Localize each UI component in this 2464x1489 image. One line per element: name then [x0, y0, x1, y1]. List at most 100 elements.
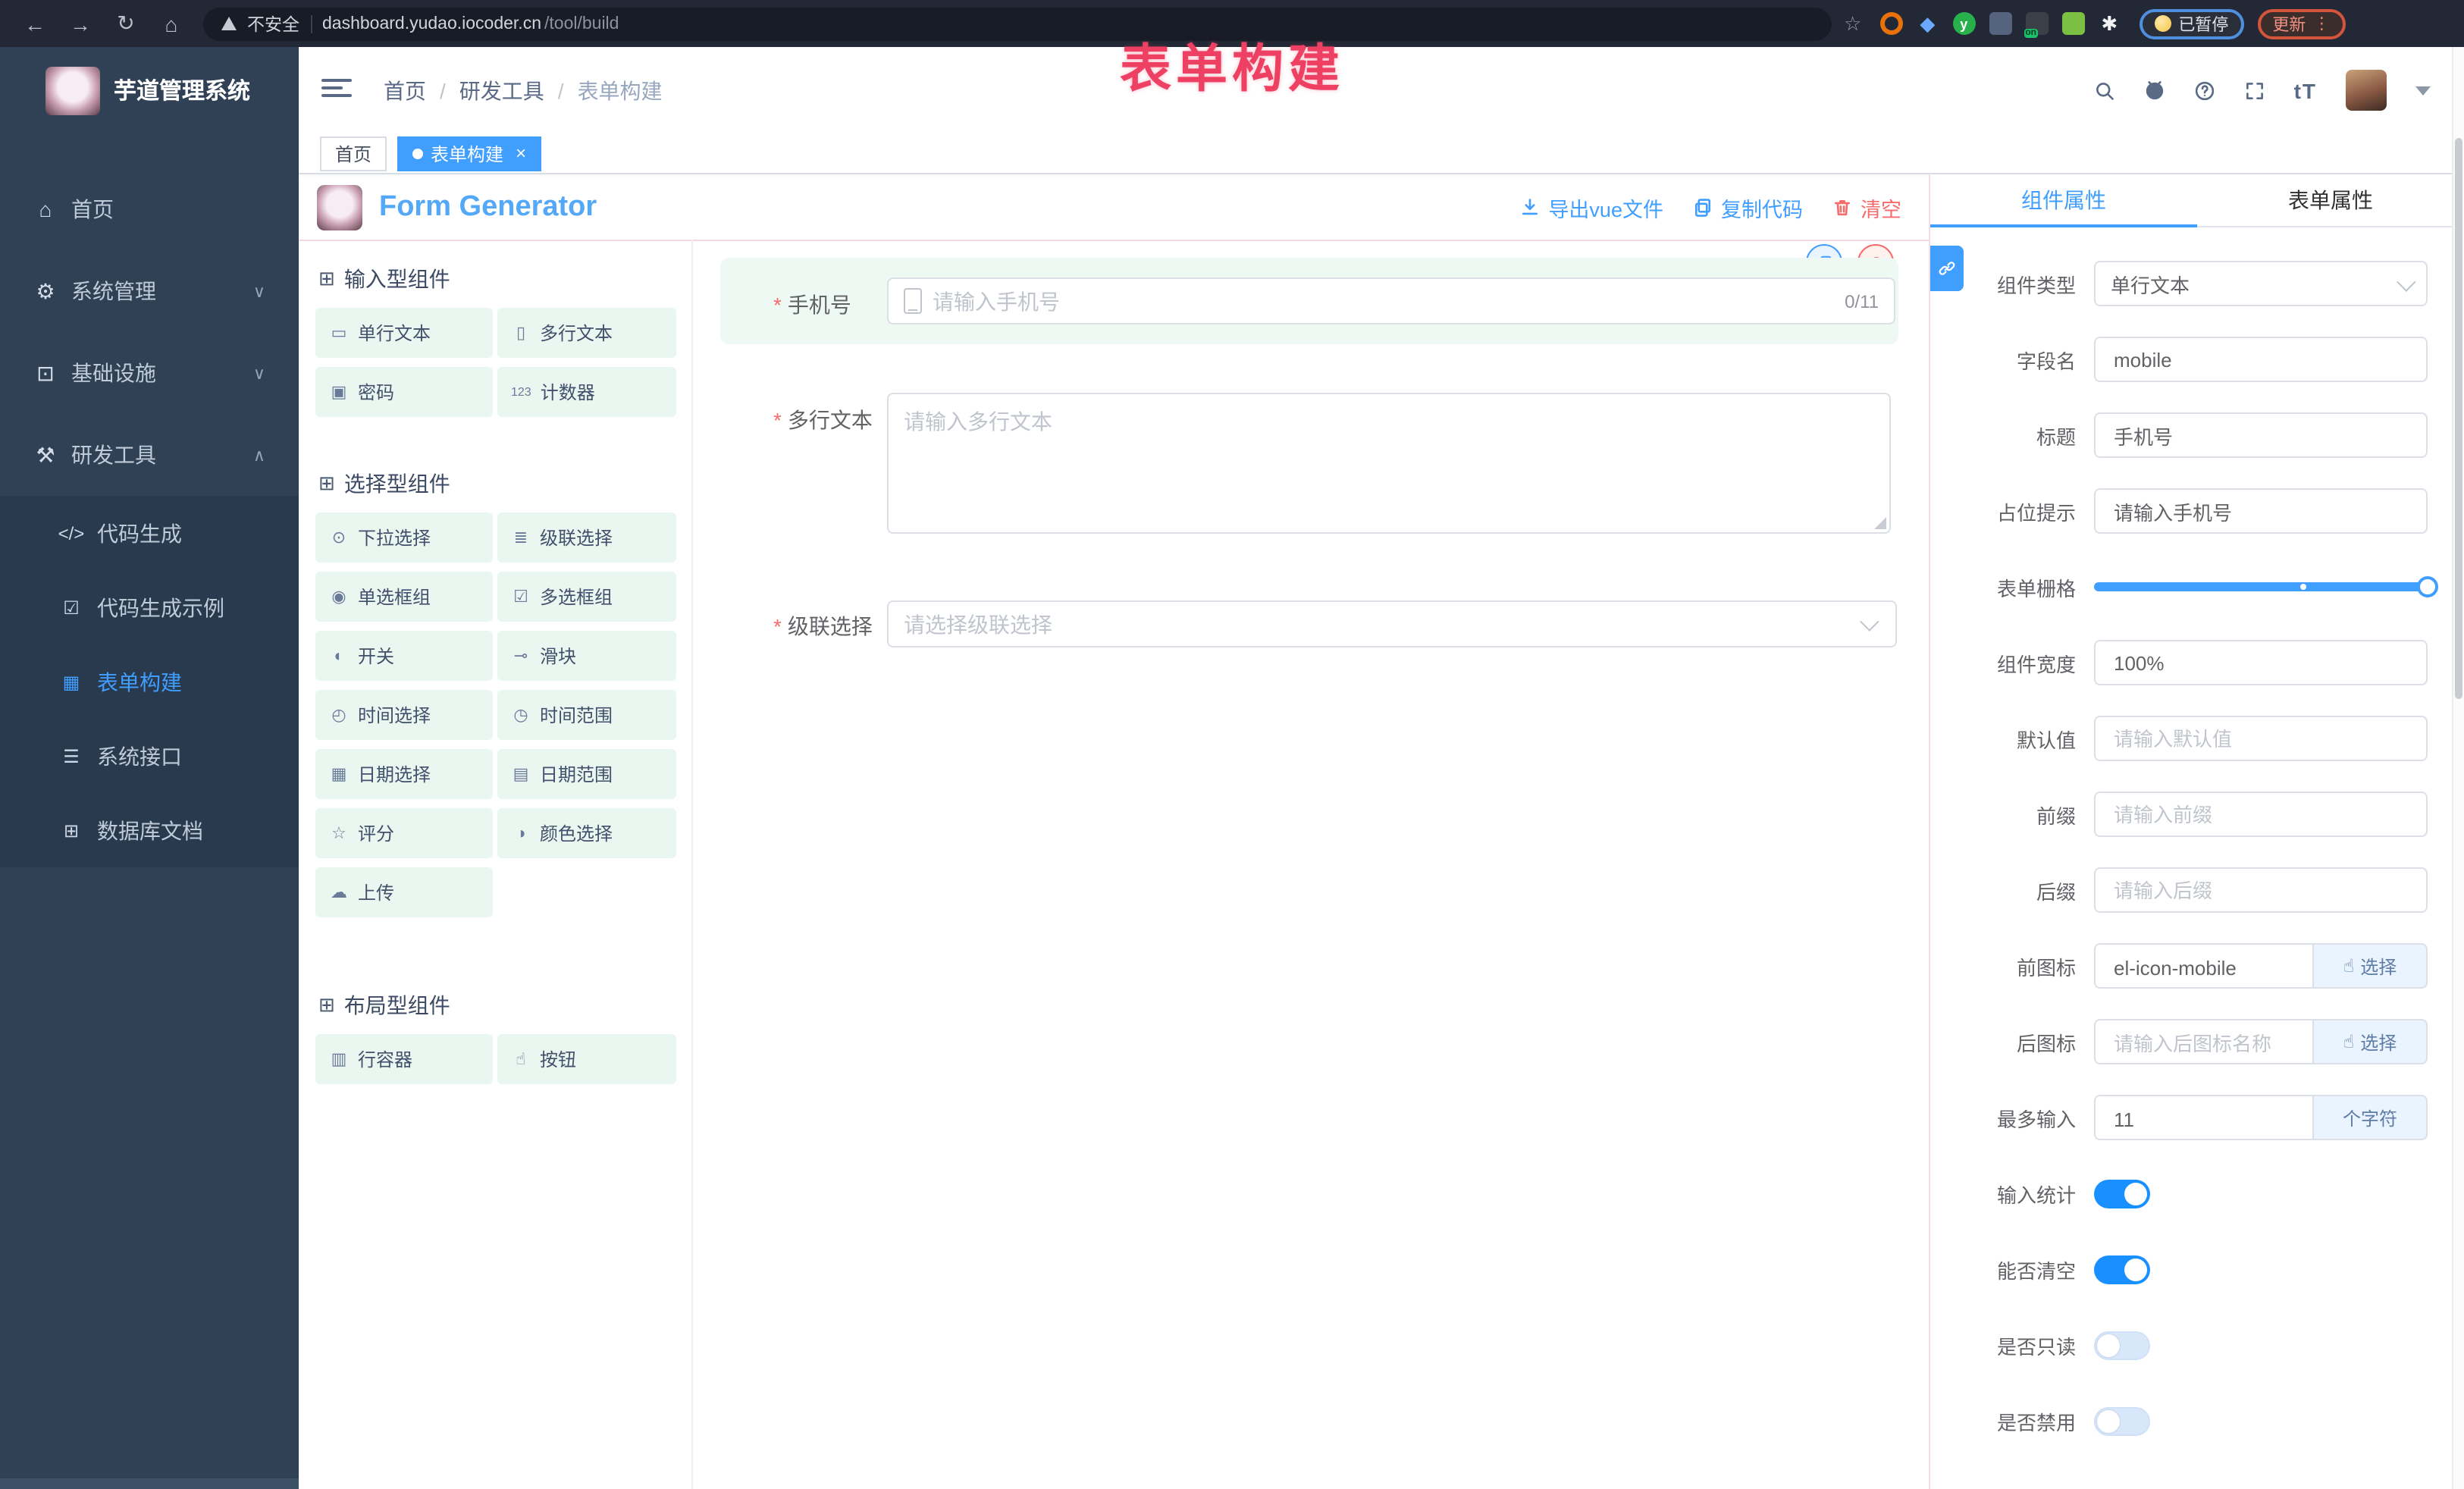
sidebar-item-devtools[interactable]: ⚒ 研发工具 ∧	[0, 414, 299, 496]
canvas-field-textarea[interactable]: *多行文本 请输入多行文本	[720, 393, 1898, 544]
palette-item-time-range[interactable]: ◷时间范围	[497, 690, 676, 740]
sidebar-item-code-gen[interactable]: </> 代码生成	[0, 496, 299, 570]
export-vue-button[interactable]: 导出vue文件	[1519, 192, 1663, 222]
sidebar-item-system[interactable]: ⚙ 系统管理 ∨	[0, 250, 299, 332]
mobile-input[interactable]: 请输入手机号 0/11	[887, 277, 1895, 324]
tab-component-props[interactable]: 组件属性	[1930, 174, 2197, 226]
palette-item-upload[interactable]: ☁上传	[315, 867, 493, 917]
suffix-icon-input[interactable]	[2111, 1020, 2297, 1064]
tab-form-build[interactable]: 表单构建 ×	[397, 136, 541, 171]
palette-item-password[interactable]: ▣密码	[315, 367, 493, 417]
palette-item-rate[interactable]: ☆评分	[315, 808, 493, 858]
extension-blue-drop-icon[interactable]: ◆	[1916, 12, 1939, 35]
extension-green-icon[interactable]: y	[1952, 12, 1975, 35]
placeholder-input[interactable]	[2111, 488, 2411, 534]
forward-icon[interactable]: →	[58, 11, 103, 36]
tab-home[interactable]: 首页	[320, 136, 387, 171]
fullscreen-icon[interactable]	[2244, 80, 2265, 101]
palette-item-checkbox-group[interactable]: ☑多选框组	[497, 572, 676, 622]
palette-item-counter[interactable]: 123计数器	[497, 367, 676, 417]
tab-form-props[interactable]: 表单属性	[2197, 174, 2464, 226]
sidebar-item-home[interactable]: ⌂ 首页	[0, 168, 299, 250]
reload-icon[interactable]: ↻	[103, 11, 149, 36]
palette-item-row-container[interactable]: ▥行容器	[315, 1034, 493, 1084]
back-icon[interactable]: ←	[12, 11, 58, 36]
copy-code-button[interactable]: 复制代码	[1692, 192, 1803, 222]
field-name-input[interactable]	[2111, 337, 2411, 382]
prefix-input[interactable]	[2111, 792, 2411, 837]
prefix-icon-input[interactable]	[2111, 945, 2297, 989]
palette-item-time-picker[interactable]: ◴时间选择	[315, 690, 493, 740]
font-size-icon[interactable]: tT	[2294, 78, 2317, 102]
palette-item-date-picker[interactable]: ▦日期选择	[315, 749, 493, 799]
sidebar-item-infra[interactable]: ⊡ 基础设施 ∨	[0, 332, 299, 414]
url-path: /tool/build	[544, 14, 619, 33]
palette-item-date-range[interactable]: ▤日期范围	[497, 749, 676, 799]
suffix-input[interactable]	[2111, 867, 2411, 913]
security-warning-label[interactable]: 不安全	[247, 11, 299, 36]
disabled-toggle[interactable]	[2094, 1406, 2150, 1435]
palette-item-label: 日期范围	[540, 761, 613, 787]
search-icon[interactable]	[2094, 80, 2115, 101]
close-icon[interactable]: ×	[516, 143, 526, 164]
readonly-toggle[interactable]	[2094, 1331, 2150, 1359]
panel-row-prefix: 前缀	[1930, 792, 2428, 837]
hamburger-icon[interactable]	[321, 79, 352, 102]
gear-icon: ⚙	[30, 278, 61, 304]
canvas-field-cascader[interactable]: *级联选择 请选择级联选择	[720, 600, 1898, 647]
slider-handle[interactable]	[2417, 576, 2438, 597]
default-value-input[interactable]	[2111, 716, 2411, 761]
logo-title: 芋道管理系统	[114, 74, 250, 106]
sidebar-item-form-build[interactable]: ▦ 表单构建	[0, 644, 299, 719]
row-label: 组件宽度	[1930, 648, 2076, 677]
resize-grip[interactable]	[1874, 517, 1886, 529]
menu-dots-icon[interactable]: ⋮	[2313, 14, 2330, 33]
max-length-input[interactable]	[2111, 1096, 2297, 1140]
profile-paused-badge[interactable]: 已暂停	[2139, 8, 2243, 39]
extension-columns-icon[interactable]	[1989, 12, 2011, 35]
sidebar-item-api[interactable]: ☰ 系统接口	[0, 719, 299, 793]
palette-item-radio-group[interactable]: ◉单选框组	[315, 572, 493, 622]
extension-puzzle-icon[interactable]: ✱	[2098, 12, 2121, 35]
textarea-input[interactable]: 请输入多行文本	[887, 393, 1891, 534]
browser-update-button[interactable]: 更新 ⋮	[2257, 8, 2345, 39]
scrollbar-thumb[interactable]	[2455, 138, 2462, 699]
clearable-toggle[interactable]	[2094, 1255, 2150, 1284]
choose-suffix-icon-button[interactable]: ☝ 选择	[2312, 1020, 2426, 1063]
extension-dark-icon[interactable]: on	[2025, 12, 2048, 35]
home-icon[interactable]: ⌂	[149, 11, 194, 36]
input-stats-toggle[interactable]	[2094, 1179, 2150, 1208]
page-scrollbar[interactable]	[2452, 47, 2464, 1489]
palette-item-switch[interactable]: ◐开关	[315, 631, 493, 681]
extension-orange-icon[interactable]	[1879, 12, 1902, 35]
palette-item-cascader[interactable]: ≣级联选择	[497, 513, 676, 563]
caret-down-icon[interactable]	[2415, 86, 2431, 95]
choose-prefix-icon-button[interactable]: ☝ 选择	[2312, 945, 2426, 987]
palette-item-textarea[interactable]: ▯多行文本	[497, 308, 676, 358]
extension-alien-icon[interactable]	[2061, 12, 2084, 35]
title-input[interactable]	[2111, 412, 2411, 458]
form-grid-slider[interactable]	[2094, 582, 2428, 591]
address-bar[interactable]: 不安全 dashboard.yudao.iocoder.cn/tool/buil…	[203, 7, 1832, 40]
logo-row[interactable]: 芋道管理系统	[0, 47, 299, 133]
sidebar-item-code-demo[interactable]: ☑ 代码生成示例	[0, 570, 299, 644]
github-icon[interactable]	[2144, 80, 2165, 101]
breadcrumb-devtools[interactable]: 研发工具	[459, 75, 544, 105]
bookmark-star-icon[interactable]: ☆	[1844, 11, 1861, 36]
palette-item-color-picker[interactable]: ◑颜色选择	[497, 808, 676, 858]
component-type-select[interactable]: 单行文本	[2094, 261, 2428, 306]
breadcrumb-home[interactable]: 首页	[384, 75, 426, 105]
palette-item-slider[interactable]: ⊸滑块	[497, 631, 676, 681]
calendar-icon: ▦	[329, 764, 349, 784]
help-icon[interactable]	[2194, 80, 2215, 101]
cascader-select[interactable]: 请选择级联选择	[887, 600, 1897, 647]
palette-item-select[interactable]: ⊙下拉选择	[315, 513, 493, 563]
sidebar-collapse-bar[interactable]	[0, 1478, 299, 1489]
palette-item-button[interactable]: ☝按钮	[497, 1034, 676, 1084]
clear-button[interactable]: 清空	[1832, 192, 1901, 222]
palette-item-single-text[interactable]: ▭单行文本	[315, 308, 493, 358]
user-avatar[interactable]	[2346, 70, 2387, 111]
component-width-input[interactable]	[2111, 640, 2411, 685]
canvas-field-mobile[interactable]: *手机号 请输入手机号 0/11	[720, 258, 1898, 344]
sidebar-item-db-doc[interactable]: ⊞ 数据库文档	[0, 793, 299, 867]
